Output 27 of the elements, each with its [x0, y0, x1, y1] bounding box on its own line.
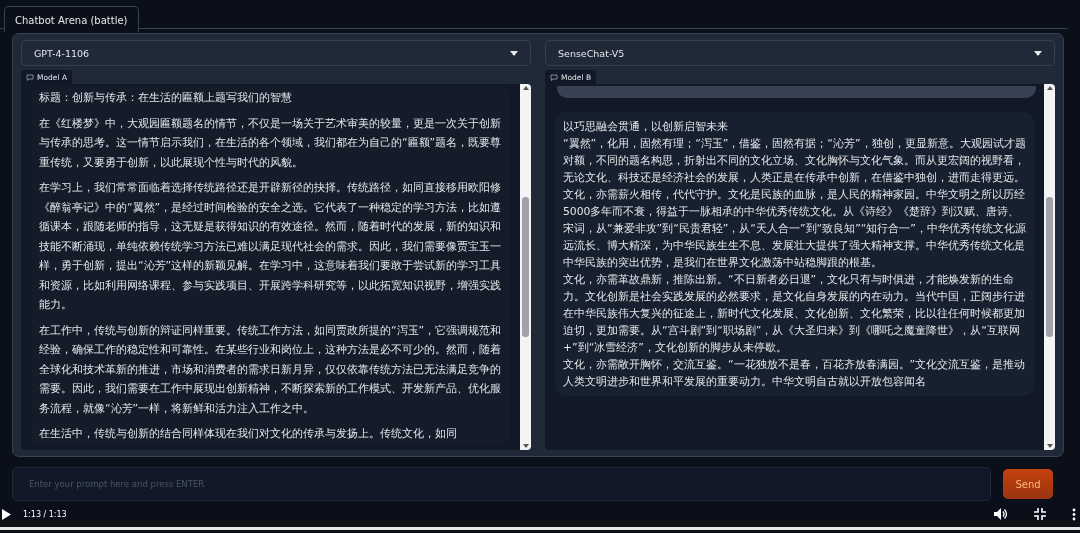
- message-paragraph: 文化，亦需薪火相传，代代守护。文化是民族的血脉，是人民的精神家园。中华文明之所以历经5000多年而不衰，得益于一脉相承的中华优秀传统文化。从《诗经》《楚辞》到汉赋、唐诗、宋词，从“兼爱非攻”到“民贵君轻”，从“天人合一”到“致良知”“知行合一”，中华优秀传统文化源远流长、博大精深，为中华民族生生不息、发展壮大提供了强大精神支撑。中华优秀传统文化是中华民族的突出优势，是我们在世界文化激荡中站稳脚跟的根基。: [563, 187, 1026, 271]
- scrollbar[interactable]: [1044, 84, 1055, 450]
- message-paragraph: 在生活中，传统与创新的结合同样体现在我们对文化的传承与发扬上。传统文化，如同: [39, 426, 458, 442]
- message-paragraph: 以巧思融会贯通，以创新启智未来: [563, 119, 729, 135]
- message-paragraph: 在学习上，我们常常面临着选择传统路径还是开辟新径的抉择。传统路径，如同直接移用欧阳修《醉翁亭记》中的“翼然”，是经过时间检验的安全之选。它代表了一种稳定的学习方法，比如遵循课本，跟随老师的指导，这无疑是获得知识的有效途径。然而，随着时代的发展，新的知识和技能不断涌现，单纯依赖传统学习方法已难以满足现代社会的需求。因此，我们需要像贾宝玉一样，勇于创新，提出“沁芳”这样的新颖见解。在学习中，这意味着我们要敢于尝试新的学习工具和资源，比如利用网络课程、参与实践项目、开展跨学科研究等，以此拓宽知识视野，增强实践能力。: [39, 180, 502, 313]
- video-time: 1:13 / 1:13: [23, 509, 68, 519]
- message-paragraph: 文化，亦需敞开胸怀，交流互鉴。“一花独放不是春，百花齐放春满园。”文化交流互鉴，是推动人类文明进步和世界和平发展的重要动力。中华文明自古就以开放包容闻名: [563, 357, 1026, 390]
- dropdown-caret-icon: [510, 50, 518, 56]
- dropdown-caret-icon: [1034, 50, 1042, 56]
- exit-fullscreen-icon[interactable]: [1034, 508, 1046, 520]
- send-button[interactable]: Send: [1003, 469, 1053, 499]
- model-dropdown[interactable]: SenseChat-V5: [545, 40, 1055, 66]
- message-paragraph: 文化，亦需革故鼎新，推陈出新。“不日新者必日退”，文化只有与时俱进，才能焕发新的生命力。文化创新是社会实践发展的必然要求，是文化自身发展的内在动力。当代中国，正阔步行进在中华民族伟大复兴的征途上，新时代文化发展、文化创新、文化繁荣，比以往任何时候都更加迫切，更加需要。从“宫斗剧”到“职场剧”，从《大圣归来》到《哪吒之魔童降世》，从“互联网+”到“冰雪经济”，文化创新的脚步从未停歇。: [563, 272, 1026, 356]
- more-options-icon[interactable]: [1072, 507, 1076, 521]
- tab[interactable]: Chatbot Arena (battle): [4, 6, 139, 32]
- scrollbar[interactable]: [520, 84, 531, 450]
- chat-icon: [550, 73, 558, 81]
- volume-icon[interactable]: [994, 508, 1008, 520]
- model-dropdown[interactable]: GPT-4-1106: [21, 40, 531, 66]
- chat-icon: [26, 73, 34, 81]
- message-paragraph: 标题：创新与传承：在生活的匾额上题写我们的智慧: [39, 90, 293, 106]
- message-paragraph: 在工作中，传统与创新的辩证同样重要。传统工作方法，如同贾政所提的“泻玉”，它强调规范和经验，确保工作的稳定性和可靠性。在某些行业和岗位上，这种方法是必不可少的。然而，随着全球化和技术革新的推进，市场和消费者的需求日新月异，仅仅依靠传统方法已无法满足竞争的需要。因此，我们需要在工作中展现出创新精神，不断探索新的工作模式、开发新产品、优化服务流程，就像“沁芳”一样，将新鲜和活力注入工作之中。: [39, 322, 502, 417]
- play-icon[interactable]: [2, 508, 11, 520]
- message-paragraph: “翼然”，化用，固然有理；“泻玉”，借鉴，固然有据；“沁芳”，独创，更显新意。大观园试才题对额，不同的题名构思，折射出不同的文化立场、文化胸怀与文化气象。而从更宏阔的视野看，无论文化、科技还是经济社会的发展，人类正是在传承中创新，在借鉴中独创，进而走得更远。: [563, 136, 1026, 186]
- message-paragraph: 在《红楼梦》中，大观园匾额题名的情节，不仅是一场关于艺术审美的较量，更是一次关于创新与传承的思考。这一情节启示我们，在生活的各个领域，我们都在为自己的“匾额”题名，既要尊重传统，又要勇于创新，以此展现个性与时代的风貌。: [39, 115, 502, 171]
- dropdown-value: SenseChat-V5: [558, 47, 625, 59]
- dropdown-value: GPT-4-1106: [34, 47, 90, 59]
